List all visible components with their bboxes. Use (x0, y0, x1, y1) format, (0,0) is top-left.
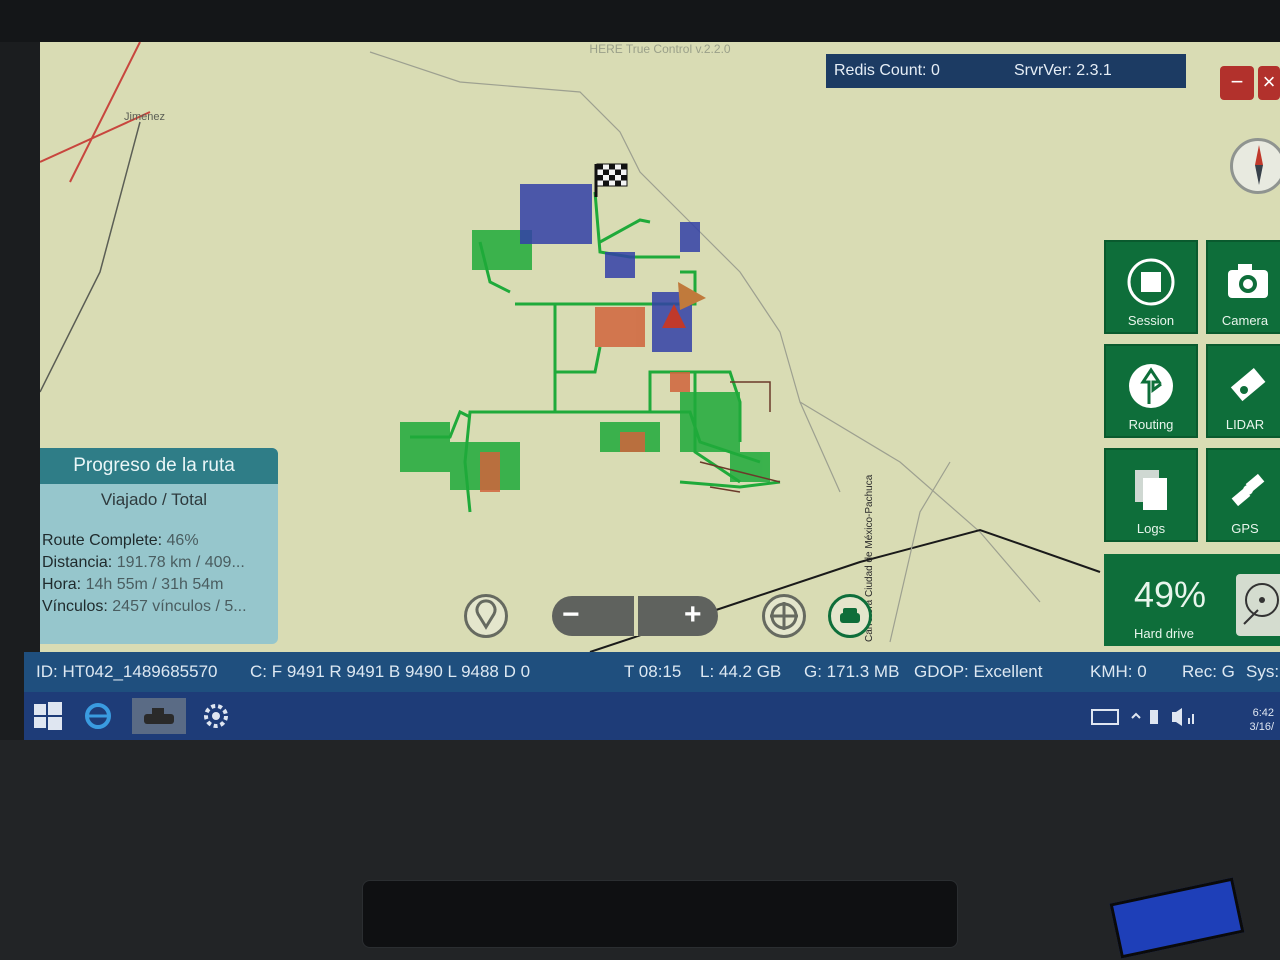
route-complete-label: Route Complete: (42, 532, 163, 549)
disk-usage: L: 44.2 GB (700, 662, 782, 681)
route-complete-row: Route Complete: 46% (42, 532, 199, 550)
internet-explorer-icon[interactable] (80, 698, 116, 734)
gps-label: GPS (1231, 521, 1259, 536)
distance-label: Distancia: (42, 554, 113, 571)
hard-drive-tile[interactable]: 49% Hard drive (1104, 554, 1280, 646)
time-row: Hora: 14h 55m / 31h 54m (42, 576, 223, 594)
elapsed-time: T 08:15 (624, 662, 682, 681)
frame-counters: C: F 9491 R 9491 B 9490 L 9488 D 0 (250, 662, 531, 681)
app-window: Jimenez Carretera Ciudad de México-Pachu… (40, 42, 1280, 652)
documents-icon (1135, 470, 1167, 510)
progress-panel-title: Progreso de la ruta (40, 448, 278, 484)
taskbar-time: 6:42 (1252, 707, 1274, 719)
system-status: Sys: (1246, 662, 1280, 681)
satellite-icon (1231, 473, 1265, 507)
settings-gear-icon[interactable] (194, 698, 238, 734)
hard-drive-percent: 49% (1134, 574, 1207, 615)
lidar-label: LIDAR (1225, 417, 1265, 432)
zoom-out-button[interactable]: − (562, 598, 580, 632)
memory-usage: G: 171.3 MB (804, 662, 900, 681)
redis-count: Redis Count: 0 (834, 62, 940, 79)
camera-button[interactable]: Camera (1206, 240, 1280, 334)
route-progress-panel: Progreso de la ruta Viajado / Total Rout… (40, 448, 278, 644)
routing-button[interactable]: Routing (1104, 344, 1198, 438)
time-value: 14h 55m / 31h 54m (85, 576, 224, 593)
logs-label: Logs (1136, 521, 1166, 536)
gdop-status: GDOP: Excellent (914, 662, 1043, 681)
links-value: 2457 vínculos / 5... (112, 598, 247, 615)
logs-button[interactable]: Logs (1104, 448, 1198, 542)
tablet-mount-handle (362, 880, 958, 948)
distance-value: 191.78 km / 409... (116, 554, 245, 571)
links-row: Vínculos: 2457 vínculos / 5... (42, 598, 247, 616)
minimize-button[interactable]: − (1220, 66, 1254, 100)
redis-status-bar: Redis Count: 0 SrvrVer: 2.3.1 (826, 54, 1186, 88)
camera-icon (1228, 264, 1268, 298)
zoom-control: − + (552, 596, 718, 636)
links-label: Vínculos: (42, 598, 108, 615)
location-pin-icon (475, 599, 497, 630)
car-icon (840, 608, 860, 623)
windows-taskbar: 6:42 3/16/ (24, 692, 1280, 740)
speed-kmh: KMH: 0 (1090, 662, 1147, 681)
true-control-app-icon[interactable] (132, 698, 186, 734)
compass-icon[interactable] (1230, 138, 1280, 194)
crosshair-icon (770, 602, 798, 630)
session-button[interactable]: Session (1104, 240, 1198, 334)
taskbar-clock[interactable]: 6:42 3/16/ (1250, 706, 1274, 734)
route-turn-icon (1129, 364, 1173, 408)
camera-label: Camera (1221, 313, 1269, 328)
recenter-button[interactable] (762, 594, 806, 638)
progress-panel-subtitle: Viajado / Total (100, 490, 208, 509)
route-complete-value: 46% (166, 532, 199, 549)
screen-bezel-top (0, 0, 1280, 42)
record-square-icon (1127, 258, 1175, 306)
hard-drive-label: Hard drive (1134, 626, 1194, 641)
recording-status: Rec: G (1182, 662, 1235, 681)
session-label: Session (1127, 313, 1175, 328)
status-bar: ID: HT042_1489685570 C: F 9491 R 9491 B … (24, 652, 1280, 692)
session-id: ID: HT042_1489685570 (36, 662, 218, 681)
lidar-button[interactable]: LIDAR (1206, 344, 1280, 438)
system-tray-icons[interactable] (1128, 698, 1198, 734)
keyboard-icon[interactable] (1090, 698, 1120, 734)
zoom-in-button[interactable]: + (684, 598, 702, 632)
time-label: Hora: (42, 576, 82, 593)
destination-flag-icon (594, 163, 628, 197)
hard-drive-icon (1236, 574, 1280, 636)
server-version: SrvrVer: 2.3.1 (1014, 62, 1112, 79)
windows-start-icon[interactable] (30, 698, 66, 734)
close-button[interactable]: × (1258, 66, 1280, 100)
follow-vehicle-button[interactable] (828, 594, 872, 638)
routing-label: Routing (1128, 417, 1174, 432)
distance-row: Distancia: 191.78 km / 409... (42, 554, 245, 572)
lidar-sensor-icon (1230, 368, 1266, 402)
map-place-label: Jimenez (124, 111, 165, 123)
location-pin-button[interactable] (464, 594, 508, 638)
gps-button[interactable]: GPS (1206, 448, 1280, 542)
taskbar-date: 3/16/ (1249, 721, 1274, 733)
